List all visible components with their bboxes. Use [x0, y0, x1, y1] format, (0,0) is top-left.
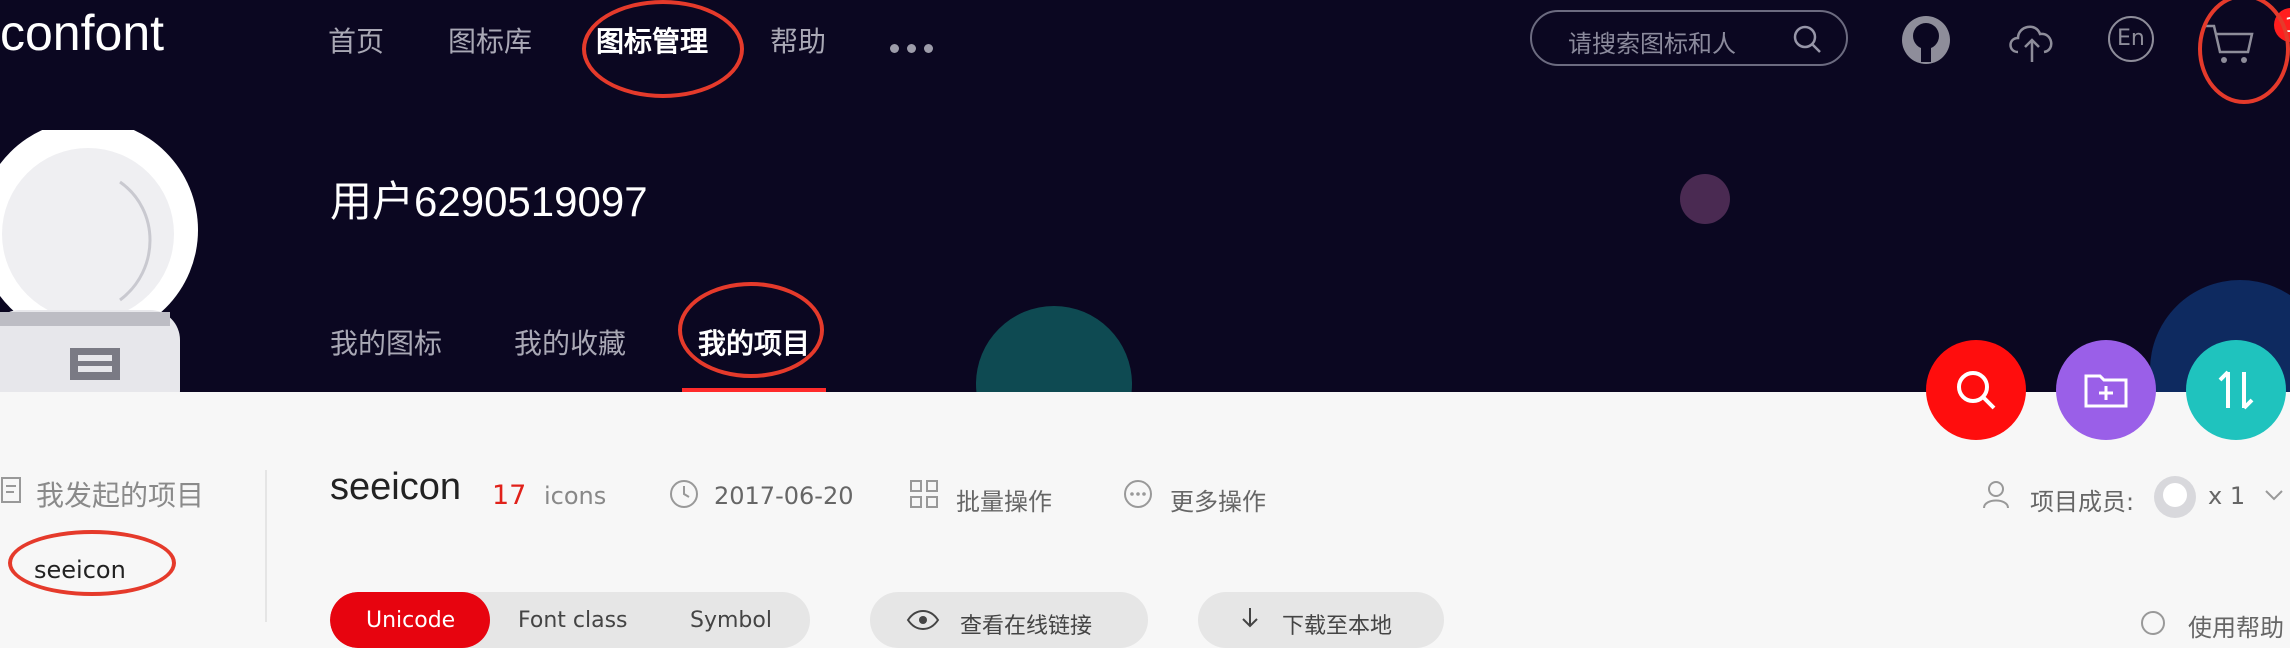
members-icon — [1983, 481, 2009, 509]
format-segmented-control: Unicode Font class Symbol — [330, 592, 810, 648]
language-label: En — [2117, 26, 2145, 51]
member-avatar[interactable] — [2154, 476, 2196, 518]
icon-count: 17 — [492, 480, 527, 511]
search-fab-button[interactable] — [1926, 340, 2026, 440]
nav-icon-library[interactable]: 图标库 — [448, 20, 532, 60]
annotation-circle — [8, 530, 176, 596]
project-name: seeicon — [330, 466, 461, 508]
members-count: x 1 — [2208, 482, 2246, 510]
more-icon — [1124, 480, 1152, 508]
batch-operation-button[interactable]: 批量操作 — [956, 482, 1052, 517]
more-operations-button[interactable]: 更多操作 — [1170, 482, 1266, 517]
active-tab-indicator — [682, 388, 826, 392]
sidebar-divider — [265, 470, 267, 622]
chevron-down-icon[interactable] — [2264, 488, 2284, 502]
help-icon — [2141, 611, 2165, 635]
planet-decoration — [1680, 174, 1730, 224]
github-icon[interactable] — [1900, 14, 1952, 66]
batch-grid-icon — [910, 480, 938, 508]
page-title: 用户6290519097 — [330, 178, 648, 225]
tab-my-favorites[interactable]: 我的收藏 — [514, 322, 626, 362]
help-link[interactable]: 使用帮助 — [2188, 608, 2284, 643]
astronaut-avatar — [0, 130, 198, 392]
icon-count-unit: icons — [544, 482, 607, 510]
download-label: 下载至本地 — [1282, 614, 1393, 639]
project-date: 2017-06-20 — [714, 482, 854, 510]
nav-home[interactable]: 首页 — [328, 20, 384, 60]
tab-my-icons[interactable]: 我的图标 — [330, 322, 442, 362]
search-icon — [1957, 371, 1996, 410]
sort-fab-button[interactable] — [2186, 340, 2286, 440]
logo[interactable]: confont — [0, 4, 164, 62]
annotation-circle — [582, 0, 744, 98]
format-symbol-tab[interactable]: Symbol — [690, 608, 772, 633]
search-placeholder: 请搜索图标和人 — [1568, 30, 1736, 58]
clock-icon — [670, 480, 698, 508]
edit-project-icon — [1, 477, 21, 503]
more-menu-icon[interactable] — [890, 38, 941, 57]
view-online-link-button[interactable]: 查看在线链接 — [870, 592, 1148, 648]
sort-icon — [2218, 370, 2254, 410]
annotation-circle — [678, 282, 824, 378]
download-local-button[interactable]: 下载至本地 — [1198, 592, 1444, 648]
planet-decoration — [976, 306, 1132, 392]
upload-cloud-icon[interactable] — [2004, 14, 2060, 66]
add-project-fab-button[interactable] — [2056, 340, 2156, 440]
sidebar-section-title: 我发起的项目 — [36, 479, 205, 512]
eye-icon — [906, 610, 940, 630]
search-icon[interactable] — [1792, 24, 1822, 54]
header-hero: confont 首页 图标库 图标管理 帮助 请搜索图标和人 En 1 用户62… — [0, 0, 2290, 392]
language-icon[interactable]: En — [2108, 16, 2154, 62]
format-unicode-tab[interactable]: Unicode — [366, 608, 455, 633]
search-box[interactable]: 请搜索图标和人 — [1530, 10, 1848, 66]
download-icon — [1242, 608, 1258, 628]
view-online-label: 查看在线链接 — [960, 614, 1093, 639]
members-label: 项目成员: — [2030, 488, 2135, 516]
format-fontclass-tab[interactable]: Font class — [518, 608, 628, 633]
nav-help[interactable]: 帮助 — [770, 20, 826, 60]
add-folder-icon — [2084, 374, 2128, 408]
